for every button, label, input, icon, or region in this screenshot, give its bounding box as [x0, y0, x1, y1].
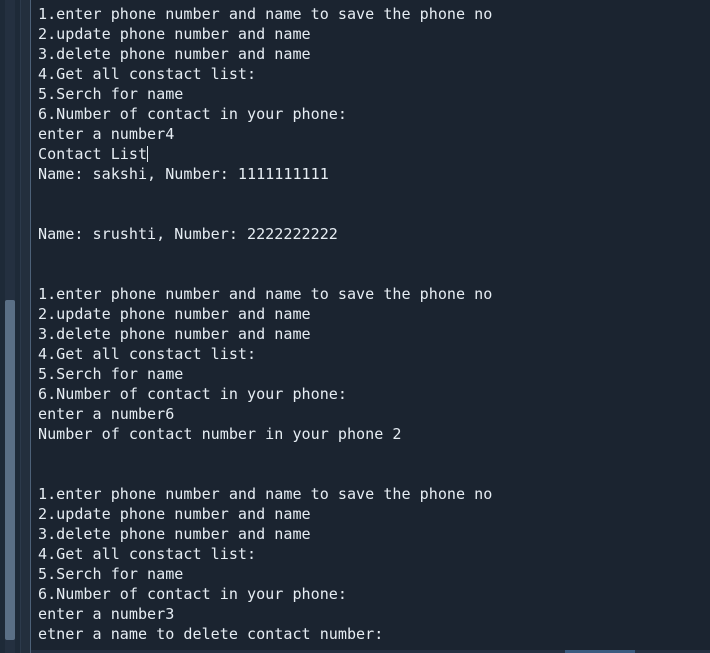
console-line: enter a number6 — [38, 405, 175, 423]
console-line: etner a name to delete contact number: — [38, 625, 384, 643]
console-line: 3.delete phone number and name — [38, 45, 311, 63]
console-line: 5.Serch for name — [38, 85, 184, 103]
console-output[interactable]: 1.enter phone number and name to save th… — [31, 0, 710, 653]
console-line: enter a number4 — [38, 125, 175, 143]
console-line: 1.enter phone number and name to save th… — [38, 285, 493, 303]
console-line-with-cursor: Contact List — [38, 144, 710, 164]
console-line: 2.update phone number and name — [38, 25, 311, 43]
console-line: 4.Get all constact list: — [38, 545, 257, 563]
console-line: 4.Get all constact list: — [38, 345, 257, 363]
console-line: 6.Number of contact in your phone: — [38, 105, 347, 123]
console-line: 2.update phone number and name — [38, 505, 311, 523]
console-line: 3.delete phone number and name — [38, 525, 311, 543]
console-line: Name: srushti, Number: 2222222222 — [38, 225, 338, 243]
console-line-text: Contact List — [38, 145, 148, 163]
console-line: 3.delete phone number and name — [38, 325, 311, 343]
console-line: Number of contact number in your phone 2 — [38, 425, 402, 443]
console-line: enter a number3 — [38, 605, 175, 623]
console-line: Name: sakshi, Number: 1111111111 — [38, 165, 329, 183]
text-cursor — [147, 146, 149, 162]
panel-divider[interactable] — [21, 0, 31, 653]
console-line: 2.update phone number and name — [38, 305, 311, 323]
console-line: 6.Number of contact in your phone: — [38, 385, 347, 403]
terminal-window: 1.enter phone number and name to save th… — [0, 0, 710, 653]
console-line: 5.Serch for name — [38, 565, 184, 583]
scrollbar-thumb[interactable] — [5, 300, 15, 640]
console-line: 4.Get all constact list: — [38, 65, 257, 83]
console-line: 1.enter phone number and name to save th… — [38, 485, 493, 503]
console-line: 5.Serch for name — [38, 365, 184, 383]
console-line: 1.enter phone number and name to save th… — [38, 5, 493, 23]
console-line: 6.Number of contact in your phone: — [38, 585, 347, 603]
